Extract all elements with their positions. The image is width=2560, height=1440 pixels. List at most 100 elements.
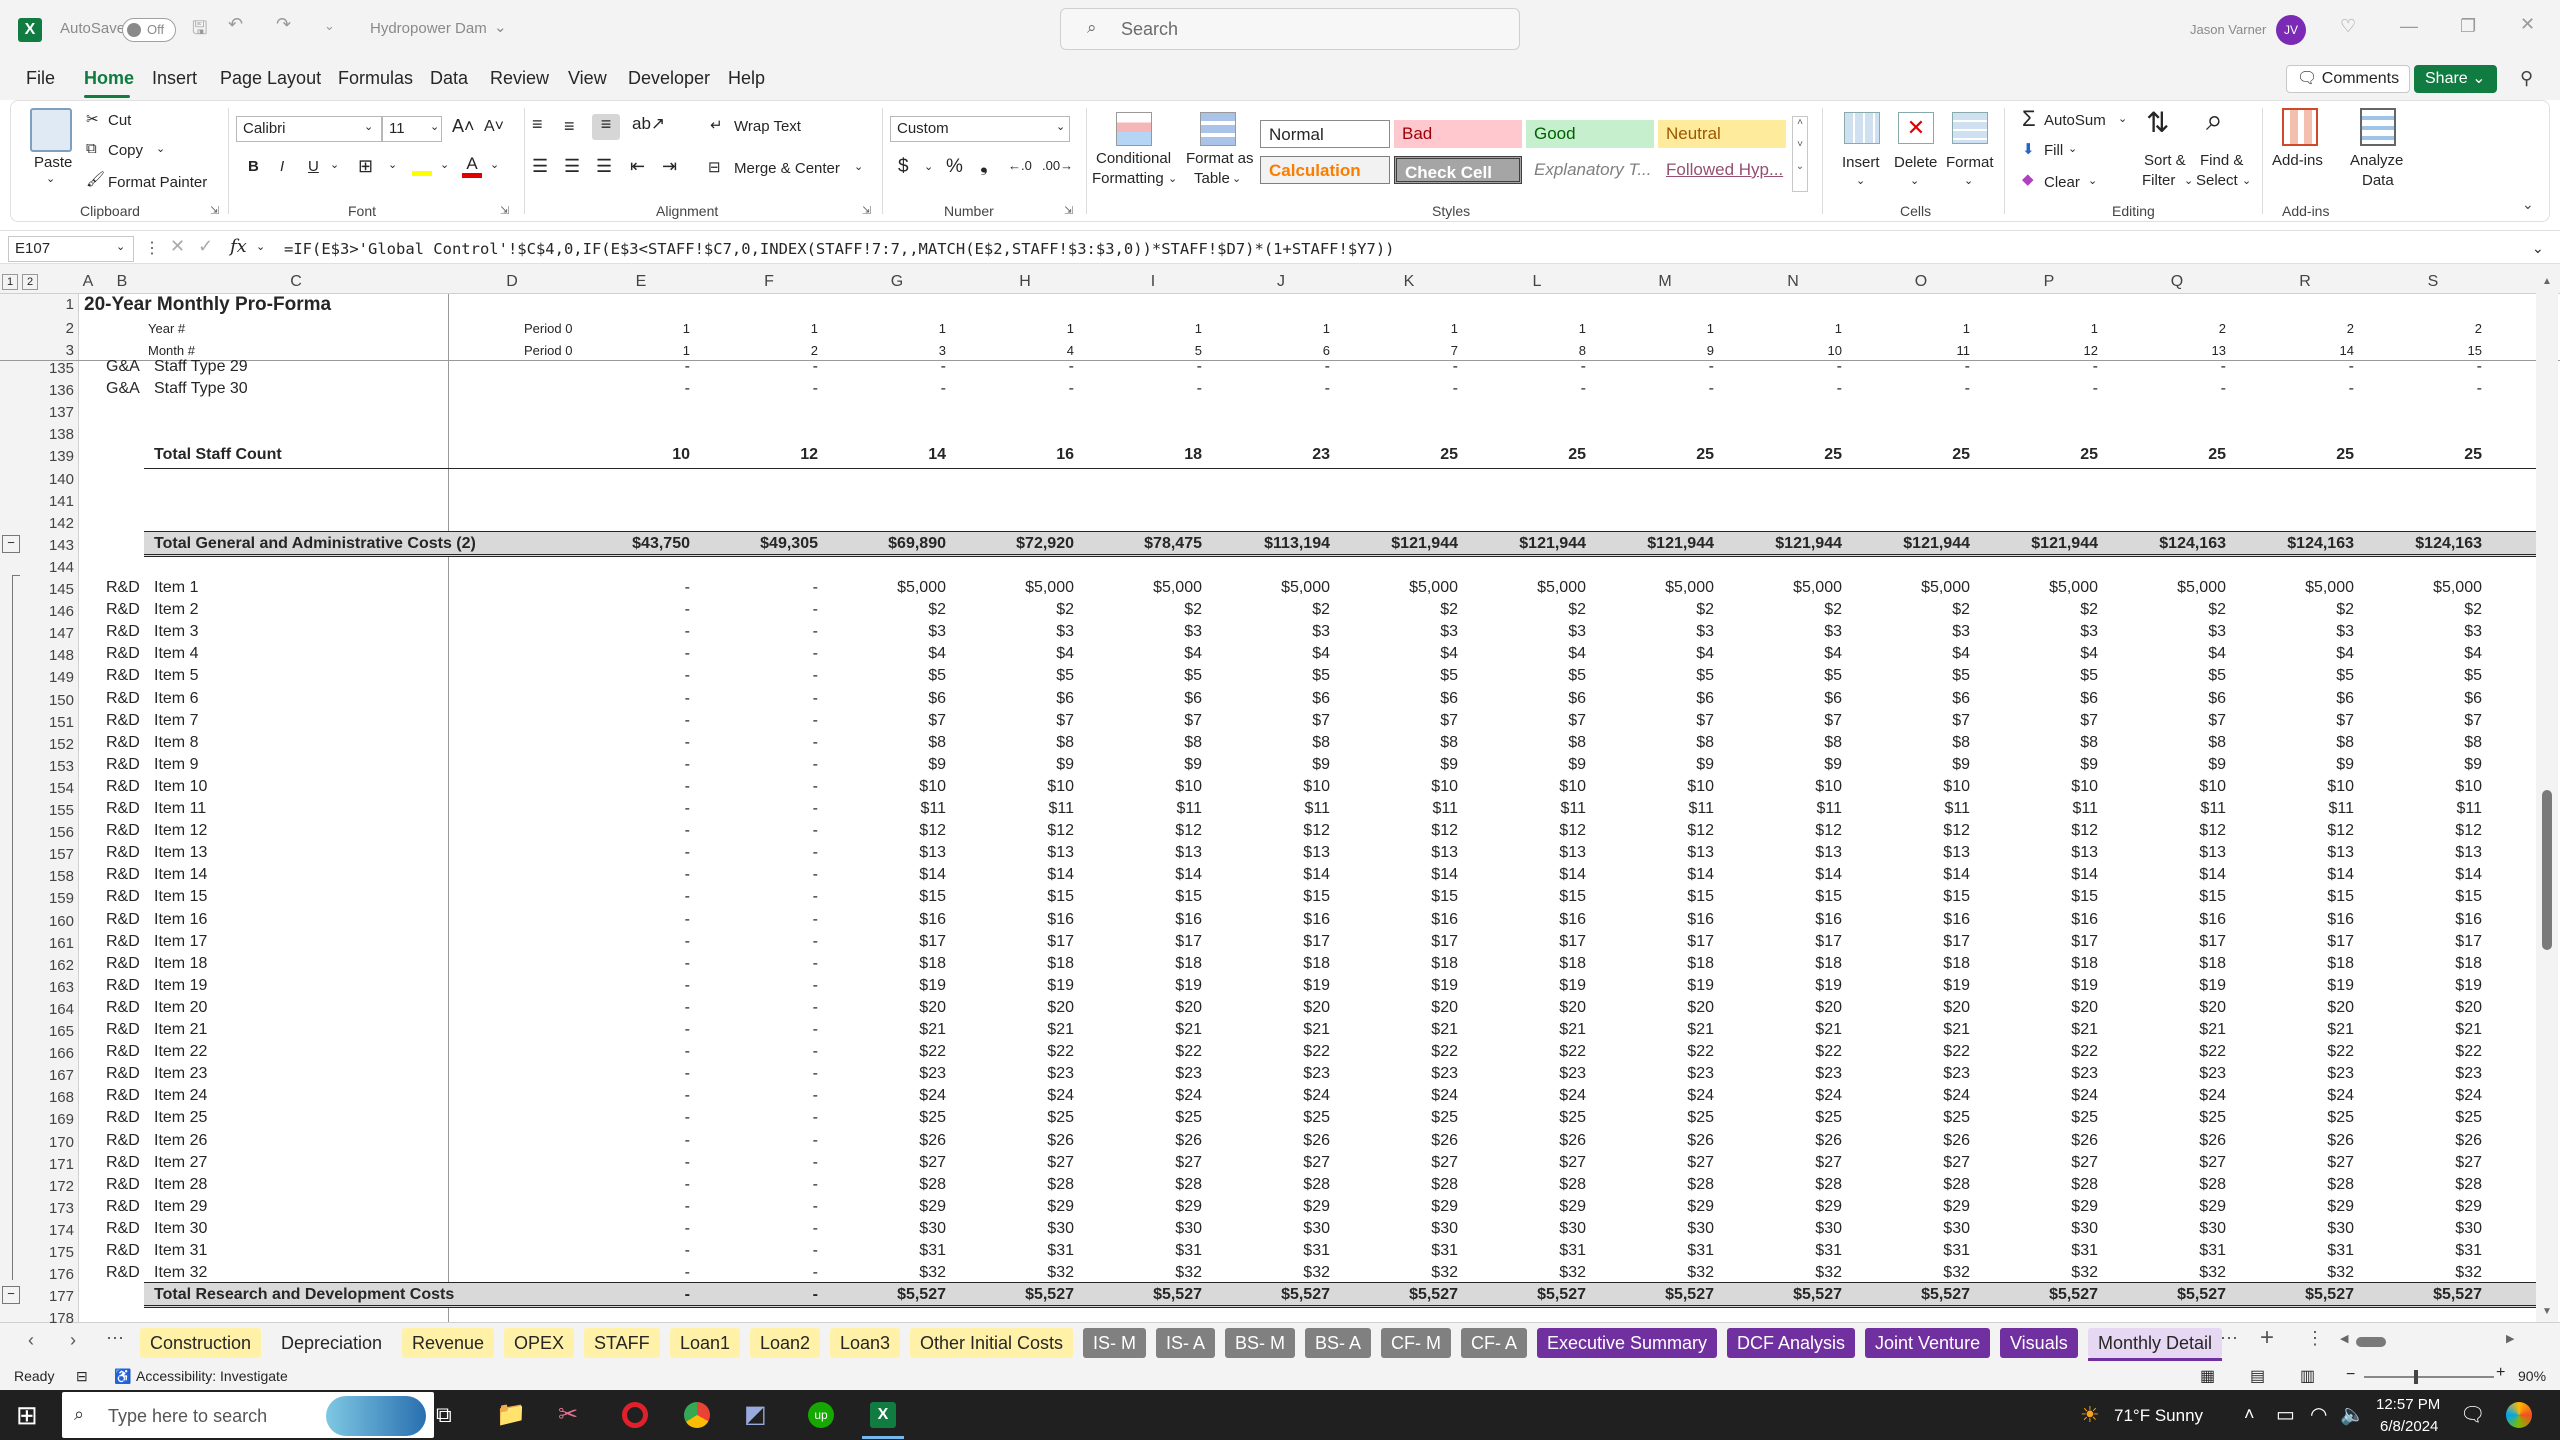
value-cell[interactable]: $23 [1850,1065,1970,1083]
value-cell[interactable]: $15 [2362,888,2482,906]
row-number[interactable]: 141 [22,493,74,510]
column-header-m[interactable]: M [1655,273,1675,291]
value-cell[interactable]: $19 [1722,977,1842,995]
value-cell[interactable]: $32 [2106,1264,2226,1282]
page-layout-view-icon[interactable]: ▤ [2250,1366,2265,1386]
value-cell[interactable]: $32 [1850,1264,1970,1282]
value-cell[interactable]: - [570,911,690,929]
label-cell[interactable]: Item 20 [154,999,207,1017]
value-cell[interactable]: $5 [1978,667,2098,685]
value-cell[interactable]: $6 [2234,690,2354,708]
value-cell[interactable]: $17 [1210,933,1330,951]
value-cell[interactable]: $8 [1210,734,1330,752]
value-cell[interactable]: - [570,1176,690,1194]
staff-total-value[interactable]: 25 [1338,446,1458,464]
value-cell[interactable]: $20 [2362,999,2482,1017]
value-cell[interactable]: $10 [1338,778,1458,796]
value-cell[interactable]: $2 [1082,601,1202,619]
value-cell[interactable]: $10 [2234,778,2354,796]
row-number[interactable]: 148 [22,647,74,664]
year-value[interactable]: 2 [2362,321,2482,336]
label-cell[interactable]: Item 18 [154,955,207,973]
value-cell[interactable]: $15 [1978,888,2098,906]
value-cell[interactable]: $30 [2362,1220,2482,1238]
row-number[interactable]: 156 [22,824,74,841]
value-cell[interactable]: $24 [1338,1087,1458,1105]
value-cell[interactable]: - [698,911,818,929]
copilot-icon[interactable] [2506,1402,2532,1428]
value-cell[interactable]: $5,000 [2362,579,2482,597]
value-cell[interactable]: $12 [1082,822,1202,840]
value-cell[interactable]: $27 [2106,1154,2226,1172]
sheet-tab[interactable]: CF- M [1381,1328,1451,1358]
weather-text[interactable]: 71°F Sunny [2114,1406,2203,1426]
value-cell[interactable]: $27 [1082,1154,1202,1172]
label-cell[interactable]: Item 11 [154,800,206,818]
tab-insert[interactable]: Insert [152,68,197,89]
ga-total-value[interactable]: $43,750 [570,535,690,553]
file-explorer-icon[interactable]: 📁 [496,1400,526,1429]
value-cell[interactable]: $24 [1850,1087,1970,1105]
value-cell[interactable]: $22 [954,1043,1074,1061]
value-cell[interactable]: - [698,623,818,641]
value-cell[interactable]: $20 [1082,999,1202,1017]
value-cell[interactable]: $11 [1466,800,1586,818]
borders-icon[interactable]: ⊞ [358,156,373,177]
value-cell[interactable]: $17 [1978,933,2098,951]
value-cell[interactable]: $10 [1082,778,1202,796]
value-cell[interactable]: $20 [1850,999,1970,1017]
format-painter-icon[interactable]: 🖌 [86,170,105,188]
value-cell[interactable]: $13 [1338,844,1458,862]
bottom-align-icon[interactable]: ≡ [592,114,620,140]
value-cell[interactable]: - [698,1065,818,1083]
merge-dropdown-icon[interactable]: ⌄ [854,160,863,173]
next-sheet-icon[interactable]: › [70,1330,76,1351]
value-cell[interactable]: - [570,1264,690,1282]
staff-total-value[interactable]: 14 [826,446,946,464]
outline-level-2[interactable]: 2 [22,274,38,290]
value-cell[interactable]: $6 [1210,690,1330,708]
value-cell[interactable]: $20 [1210,999,1330,1017]
value-cell[interactable]: $13 [1594,844,1714,862]
dept-cell[interactable]: R&D [106,1220,140,1238]
value-cell[interactable]: $14 [2234,866,2354,884]
value-cell[interactable]: $27 [1338,1154,1458,1172]
value-cell[interactable]: - [570,1220,690,1238]
bold-icon[interactable]: B [248,158,259,175]
value-cell[interactable]: $31 [2106,1242,2226,1260]
value-cell[interactable]: - [698,866,818,884]
value-cell[interactable]: - [698,977,818,995]
tab-page-layout[interactable]: Page Layout [220,68,321,89]
value-cell[interactable]: $10 [2106,778,2226,796]
value-cell[interactable]: - [698,712,818,730]
value-cell[interactable]: $5,000 [1338,579,1458,597]
value-cell[interactable]: - [570,1154,690,1172]
value-cell[interactable]: - [570,844,690,862]
value-cell[interactable]: $28 [826,1176,946,1194]
outline-level-1[interactable]: 1 [2,274,18,290]
style-bad[interactable]: Bad [1394,120,1522,148]
rd-total-value[interactable]: $5,527 [1210,1286,1330,1304]
value-cell[interactable]: $30 [1594,1220,1714,1238]
value-cell[interactable]: $30 [1338,1220,1458,1238]
value-cell[interactable]: $5 [1594,667,1714,685]
value-cell[interactable]: $20 [2106,999,2226,1017]
column-header-e[interactable]: E [631,273,651,291]
dept-cell[interactable]: R&D [106,1109,140,1127]
value-cell[interactable]: $19 [2234,977,2354,995]
value-cell[interactable]: $12 [1338,822,1458,840]
value-cell[interactable]: $3 [1210,623,1330,641]
rd-total-value[interactable]: $5,527 [2234,1286,2354,1304]
value-cell[interactable]: - [954,380,1074,398]
value-cell[interactable]: $23 [1466,1065,1586,1083]
value-cell[interactable]: - [2234,358,2354,376]
label-cell[interactable]: Staff Type 29 [154,358,248,376]
label-cell[interactable]: Item 5 [154,667,198,685]
value-cell[interactable]: $25 [2362,1109,2482,1127]
font-name-select[interactable]: Calibri [236,116,382,142]
value-cell[interactable]: $16 [1594,911,1714,929]
dept-cell[interactable]: R&D [106,844,140,862]
label-cell[interactable]: Item 22 [154,1043,207,1061]
value-cell[interactable]: $29 [1594,1198,1714,1216]
alignment-launcher-icon[interactable]: ⇲ [862,204,871,217]
